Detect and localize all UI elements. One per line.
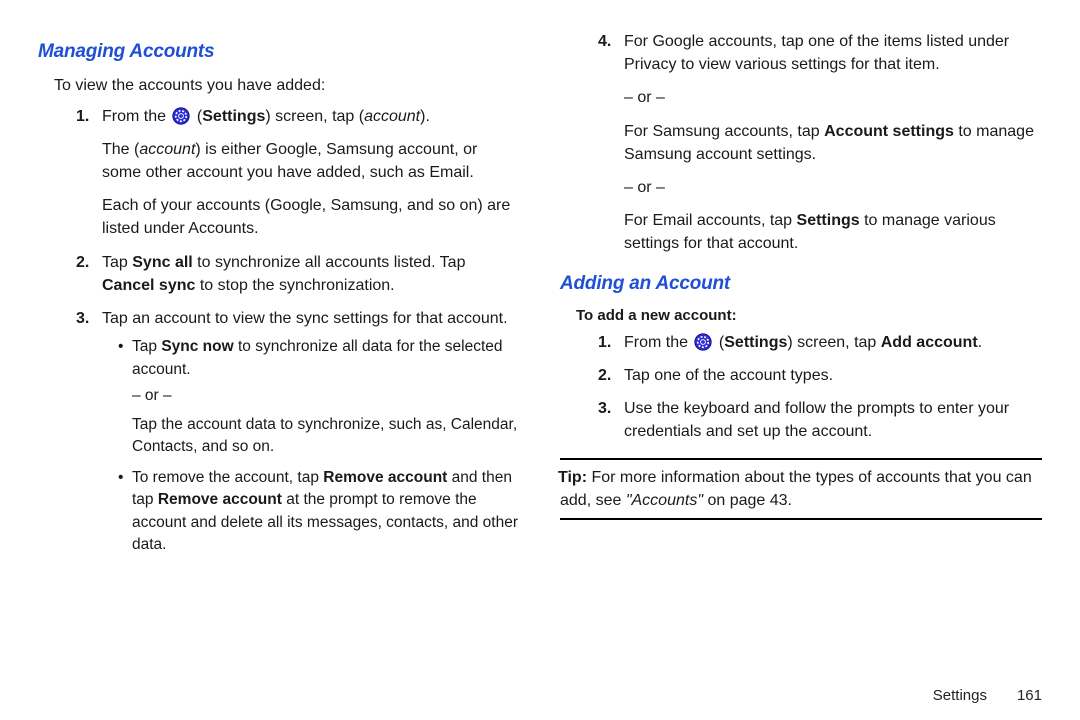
bullet-or: – or – [132, 385, 520, 407]
step-marker: 1. [76, 105, 89, 128]
list-step: 3.Tap an account to view the sync settin… [80, 307, 520, 556]
bullet-item: To remove the account, tap Remove accoun… [120, 467, 520, 557]
tip-label: Tip: [558, 469, 587, 486]
list-step: 3.Use the keyboard and follow the prompt… [602, 397, 1042, 443]
list-step: 4.For Google accounts, tap one of the it… [602, 30, 1042, 256]
footer: Settings 161 [933, 687, 1042, 704]
column-left: Managing Accounts To view the accounts y… [38, 36, 520, 720]
footer-section: Settings [933, 687, 987, 704]
tip-box: Tip: For more information about the type… [560, 458, 1042, 520]
step-marker: 1. [598, 331, 611, 354]
page: Managing Accounts To view the accounts y… [0, 0, 1080, 720]
step-body: From the (Settings) screen, tap Add acco… [624, 334, 982, 351]
step-marker: 4. [598, 30, 611, 53]
heading-managing-accounts: Managing Accounts [38, 38, 520, 66]
settings-icon [694, 333, 712, 351]
list-step: 1.From the (Settings) screen, tap Add ac… [602, 331, 1042, 354]
bullet-main: To remove the account, tap Remove accoun… [132, 469, 518, 553]
step-paragraph: Each of your accounts (Google, Samsung, … [102, 194, 520, 240]
column-right: 4.For Google accounts, tap one of the it… [560, 36, 1042, 720]
step-marker: 3. [598, 397, 611, 420]
bullet-list: Tap Sync now to synchronize all data for… [120, 336, 520, 556]
list-step: 1.From the (Settings) screen, tap (accou… [80, 105, 520, 241]
step-marker: 2. [76, 251, 89, 274]
bullet-sub: Tap the account data to synchronize, suc… [132, 414, 520, 459]
step-body: Use the keyboard and follow the prompts … [624, 400, 1009, 440]
tip-ref: "Accounts" [626, 492, 703, 509]
tip-tail: on page 43. [703, 492, 792, 509]
step-paragraph: For Email accounts, tap Settings to mana… [624, 209, 1042, 255]
step-marker: 2. [598, 364, 611, 387]
bullet-main: Tap Sync now to synchronize all data for… [132, 338, 503, 377]
list-step: 2.Tap one of the account types. [602, 364, 1042, 387]
sublabel-add-account: To add a new account: [576, 305, 1042, 327]
settings-icon [172, 107, 190, 125]
step-paragraph: – or – [624, 176, 1042, 199]
intro-text: To view the accounts you have added: [54, 74, 520, 97]
steps-left: 1.From the (Settings) screen, tap (accou… [80, 105, 520, 557]
step-body: Tap an account to view the sync settings… [102, 310, 508, 327]
step-body: For Google accounts, tap one of the item… [624, 33, 1009, 73]
step-body: Tap Sync all to synchronize all accounts… [102, 254, 465, 294]
list-step: 2.Tap Sync all to synchronize all accoun… [80, 251, 520, 297]
step-body: From the (Settings) screen, tap (account… [102, 108, 430, 125]
step-paragraph: – or – [624, 86, 1042, 109]
step-marker: 3. [76, 307, 89, 330]
tip-text: Tip: For more information about the type… [560, 466, 1042, 512]
step-paragraph: For Samsung accounts, tap Account settin… [624, 120, 1042, 166]
bullet-item: Tap Sync now to synchronize all data for… [120, 336, 520, 458]
steps-right-cont: 4.For Google accounts, tap one of the it… [602, 30, 1042, 256]
heading-adding-account: Adding an Account [560, 270, 1042, 298]
step-paragraph: The (account) is either Google, Samsung … [102, 138, 520, 184]
footer-page: 161 [1017, 687, 1042, 704]
step-body: Tap one of the account types. [624, 367, 833, 384]
steps-right: 1.From the (Settings) screen, tap Add ac… [602, 331, 1042, 444]
